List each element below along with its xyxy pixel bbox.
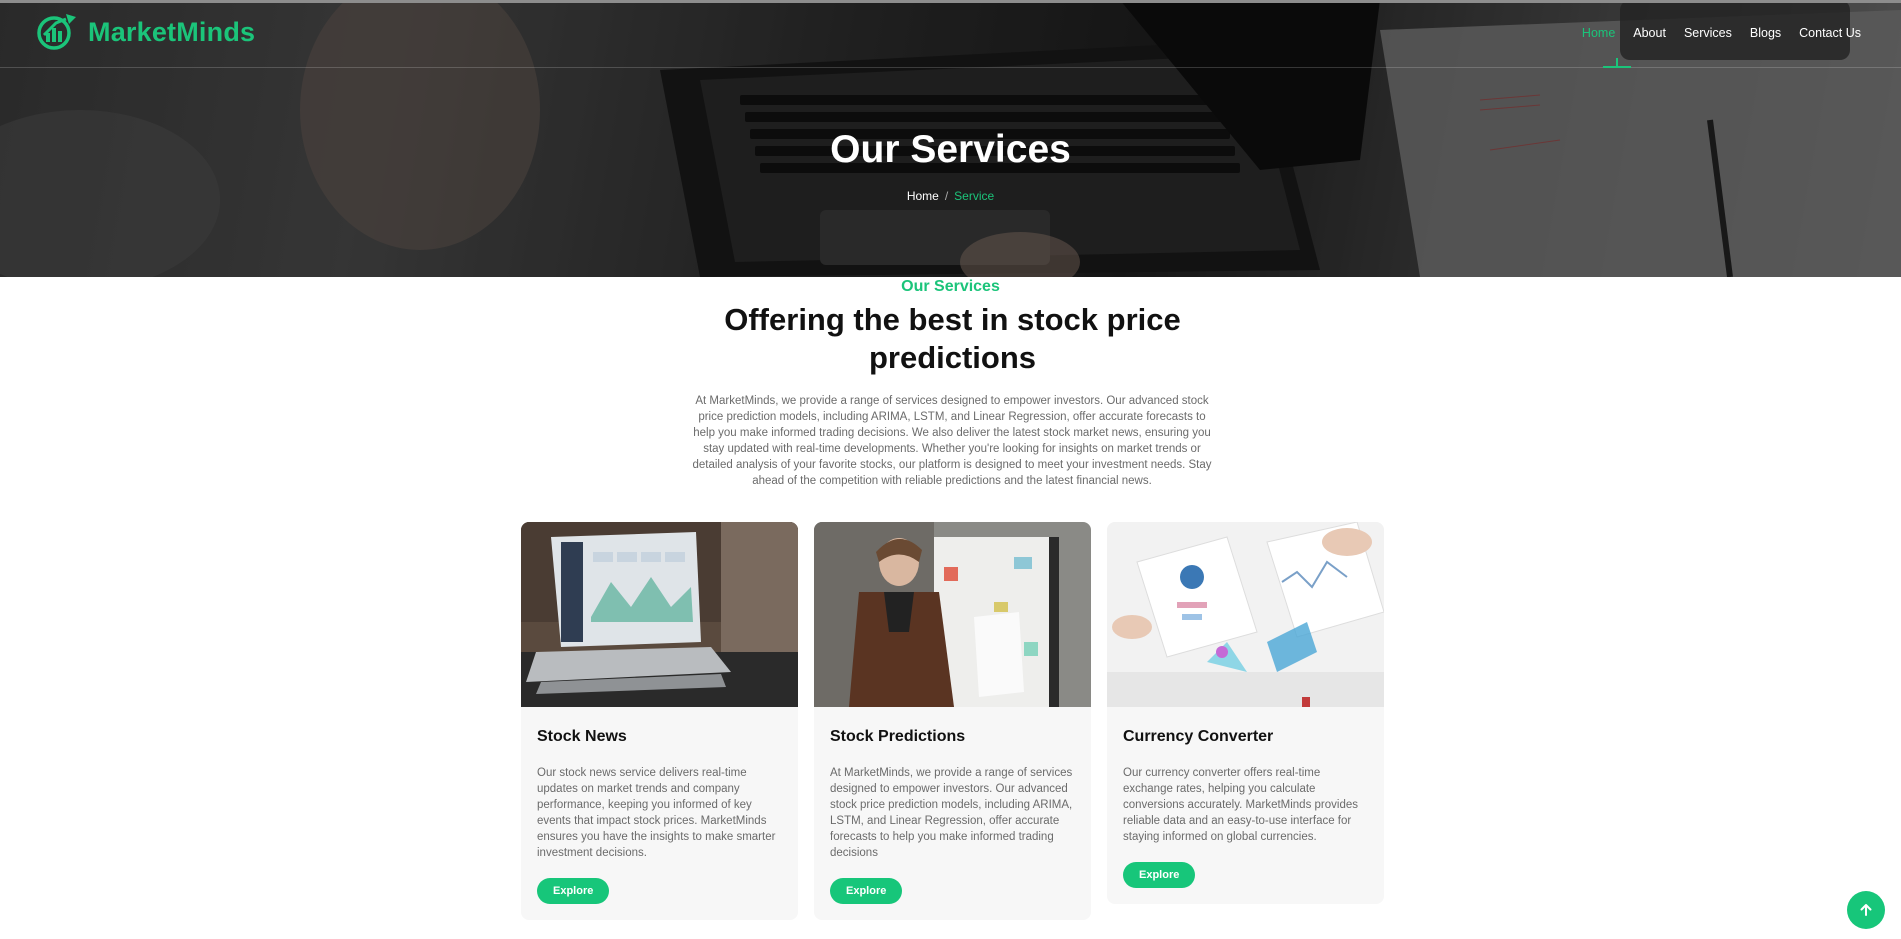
nav-item-about[interactable]: About	[1633, 26, 1666, 40]
nav-item-home[interactable]: Home	[1582, 26, 1615, 40]
nav-item-blogs[interactable]: Blogs	[1750, 26, 1781, 40]
section-kicker: Our Services	[901, 278, 1000, 295]
scroll-to-top-button[interactable]	[1847, 891, 1885, 929]
brand[interactable]: MarketMinds	[36, 13, 255, 51]
card-title: Stock News	[537, 728, 627, 745]
section-heading: Offering the best in stock price predict…	[724, 302, 1181, 375]
card-text: Our currency converter offers real-time …	[1123, 767, 1358, 843]
stock-predictions-image	[814, 522, 1091, 707]
breadcrumb: Home / Service	[0, 189, 1901, 203]
active-nav-underline	[1603, 66, 1631, 68]
breadcrumb-current: Service	[954, 189, 995, 203]
card-text: At MarketMinds, we provide a range of se…	[830, 767, 1073, 859]
chart-growth-logo-icon	[37, 14, 76, 50]
hero-banner: MarketMinds Home About Services Blogs Co…	[0, 0, 1901, 277]
service-card-currency-converter: Currency Converter Our currency converte…	[1107, 522, 1384, 904]
nav-item-contact[interactable]: Contact Us	[1799, 26, 1861, 40]
section-description: At MarketMinds, we provide a range of se…	[692, 395, 1212, 487]
explore-button[interactable]: Explore	[1123, 862, 1196, 888]
brand-name: MarketMinds	[88, 16, 256, 47]
arrow-up-icon	[1860, 904, 1872, 916]
breadcrumb-separator: /	[944, 189, 949, 203]
stock-news-image	[521, 522, 798, 707]
nav-item-services[interactable]: Services	[1684, 26, 1732, 40]
card-title: Currency Converter	[1123, 728, 1274, 745]
card-title: Stock Predictions	[830, 728, 966, 745]
breadcrumb-home[interactable]: Home	[907, 189, 939, 203]
currency-converter-image	[1107, 522, 1384, 707]
explore-button[interactable]: Explore	[830, 878, 903, 904]
main-nav: Home About Services Blogs Contact Us	[1582, 26, 1861, 40]
explore-button[interactable]: Explore	[537, 878, 610, 904]
active-nav-marker	[1616, 58, 1618, 66]
page-title: Our Services	[830, 128, 1071, 171]
card-text: Our stock news service delivers real-tim…	[537, 767, 776, 859]
service-card-stock-predictions: Stock Predictions At MarketMinds, we pro…	[814, 522, 1091, 920]
service-card-stock-news: Stock News Our stock news service delive…	[521, 522, 798, 920]
